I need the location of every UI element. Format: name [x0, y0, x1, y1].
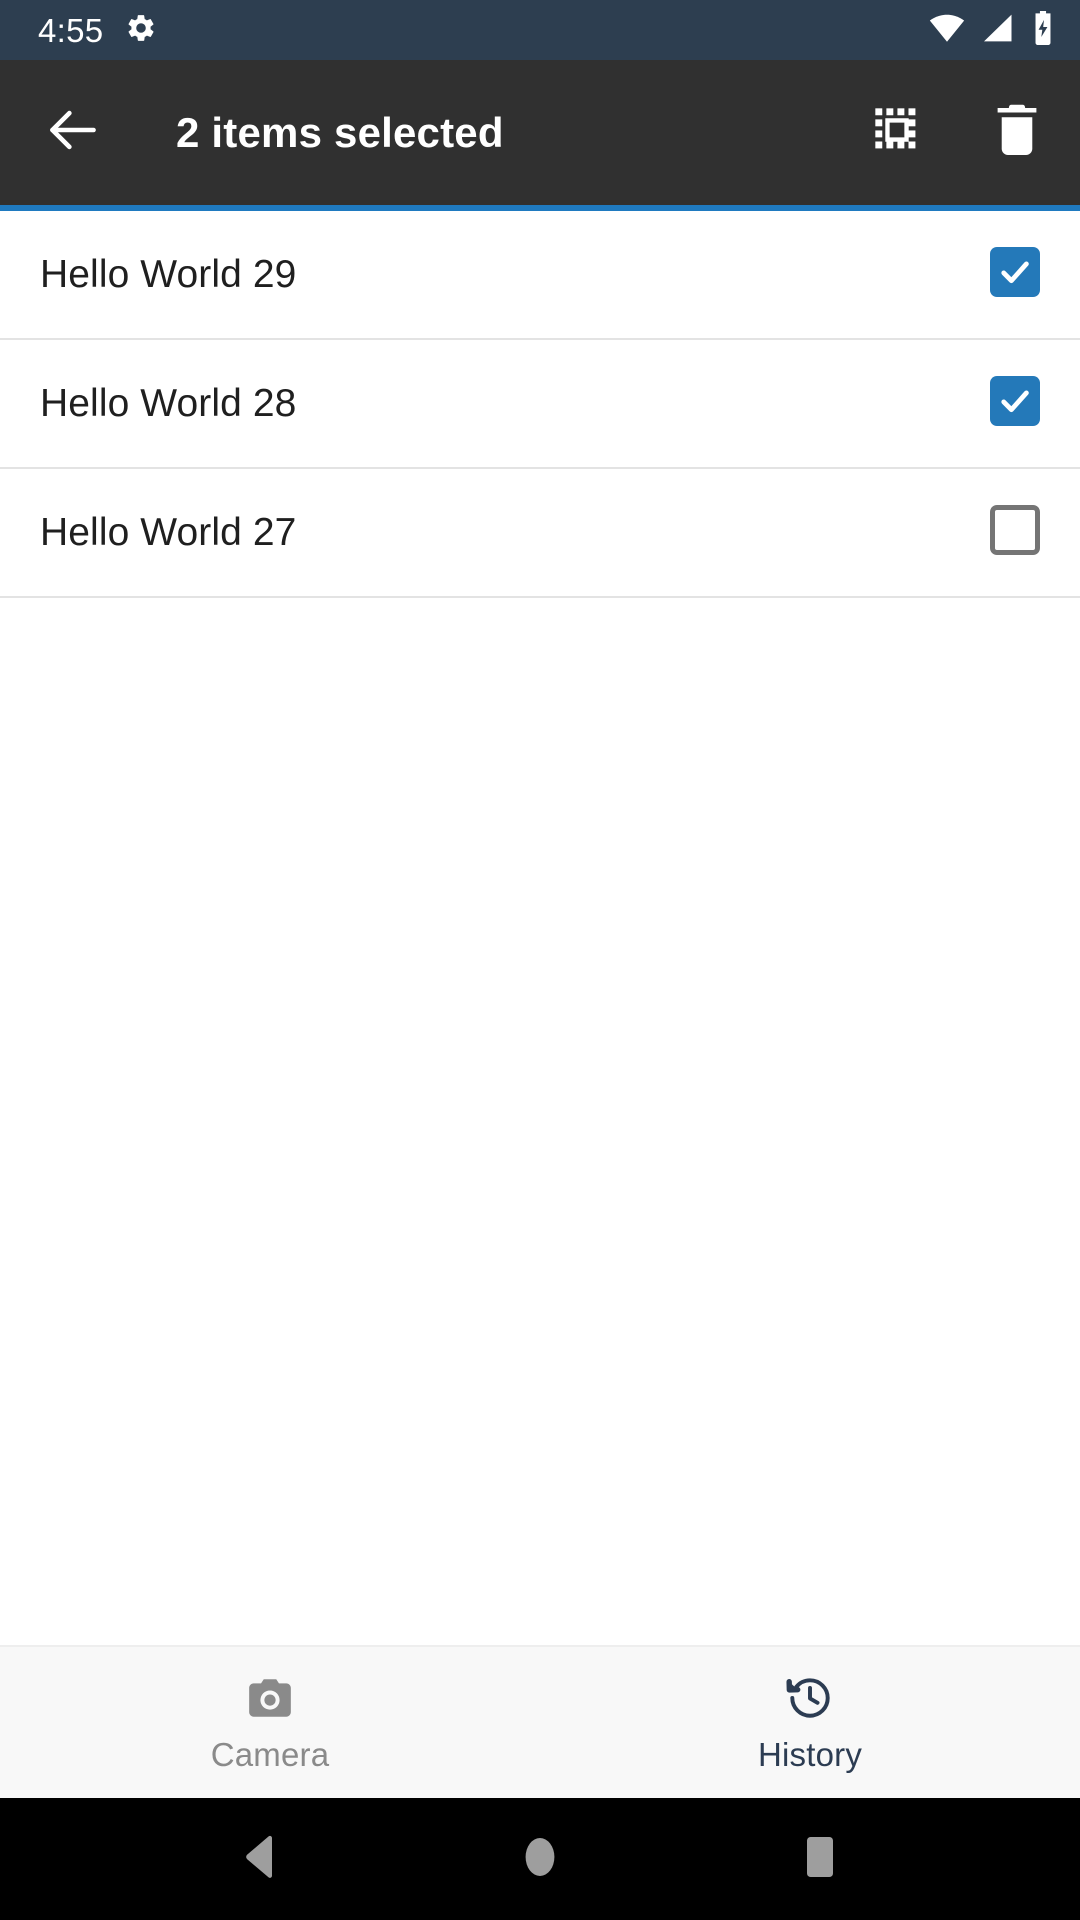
select-all-icon: [871, 104, 923, 161]
circle-home-icon: [519, 1834, 561, 1885]
checkbox-checked-icon: [990, 246, 1040, 297]
app-bar: 2 items selected: [0, 60, 1080, 205]
system-navigation-bar: [0, 1798, 1080, 1920]
bottom-navigation: Camera History: [0, 1645, 1080, 1798]
item-list: Hello World 29 Hello World 28 Hello Worl…: [0, 211, 1080, 1645]
app-bar-actions: [864, 100, 1050, 166]
item-checkbox[interactable]: [990, 246, 1046, 303]
checkbox-unchecked-icon: [990, 504, 1040, 555]
battery-charging-icon: [1032, 10, 1054, 50]
phone-screen: 4:55 2 items selected Hello World 29 Hel…: [0, 0, 1080, 1920]
list-item-label: Hello World 29: [40, 252, 297, 296]
triangle-back-icon: [240, 1835, 280, 1884]
list-item-label: Hello World 27: [40, 510, 297, 554]
nav-tab-history[interactable]: History: [540, 1647, 1080, 1798]
status-bar-left: 4:55: [38, 12, 157, 49]
delete-button[interactable]: [984, 100, 1050, 166]
item-checkbox[interactable]: [990, 504, 1046, 561]
wifi-icon: [928, 13, 966, 48]
status-clock: 4:55: [38, 11, 104, 49]
nav-tab-label: History: [757, 1735, 863, 1773]
nav-tab-camera[interactable]: Camera: [0, 1647, 540, 1798]
table-row[interactable]: Hello World 29: [0, 211, 1080, 340]
status-bar-right: [928, 10, 1054, 50]
table-row[interactable]: Hello World 27: [0, 469, 1080, 598]
square-recents-icon: [800, 1834, 840, 1885]
nav-tab-label: Camera: [210, 1735, 330, 1773]
gear-icon: [125, 12, 157, 49]
table-row[interactable]: Hello World 28: [0, 340, 1080, 469]
system-recents-button[interactable]: [780, 1819, 860, 1899]
back-button[interactable]: [38, 98, 108, 168]
system-home-button[interactable]: [500, 1819, 580, 1899]
select-all-button[interactable]: [864, 100, 930, 166]
cellular-signal-icon: [982, 13, 1016, 48]
history-icon: [785, 1672, 835, 1724]
checkbox-checked-icon: [990, 375, 1040, 426]
arrow-back-icon: [44, 101, 102, 164]
camera-icon: [245, 1672, 295, 1724]
item-checkbox[interactable]: [990, 375, 1046, 432]
page-title: 2 items selected: [176, 108, 504, 156]
system-back-button[interactable]: [220, 1819, 300, 1899]
status-bar: 4:55: [0, 0, 1080, 60]
trash-icon: [991, 102, 1043, 163]
list-item-label: Hello World 28: [40, 381, 297, 425]
